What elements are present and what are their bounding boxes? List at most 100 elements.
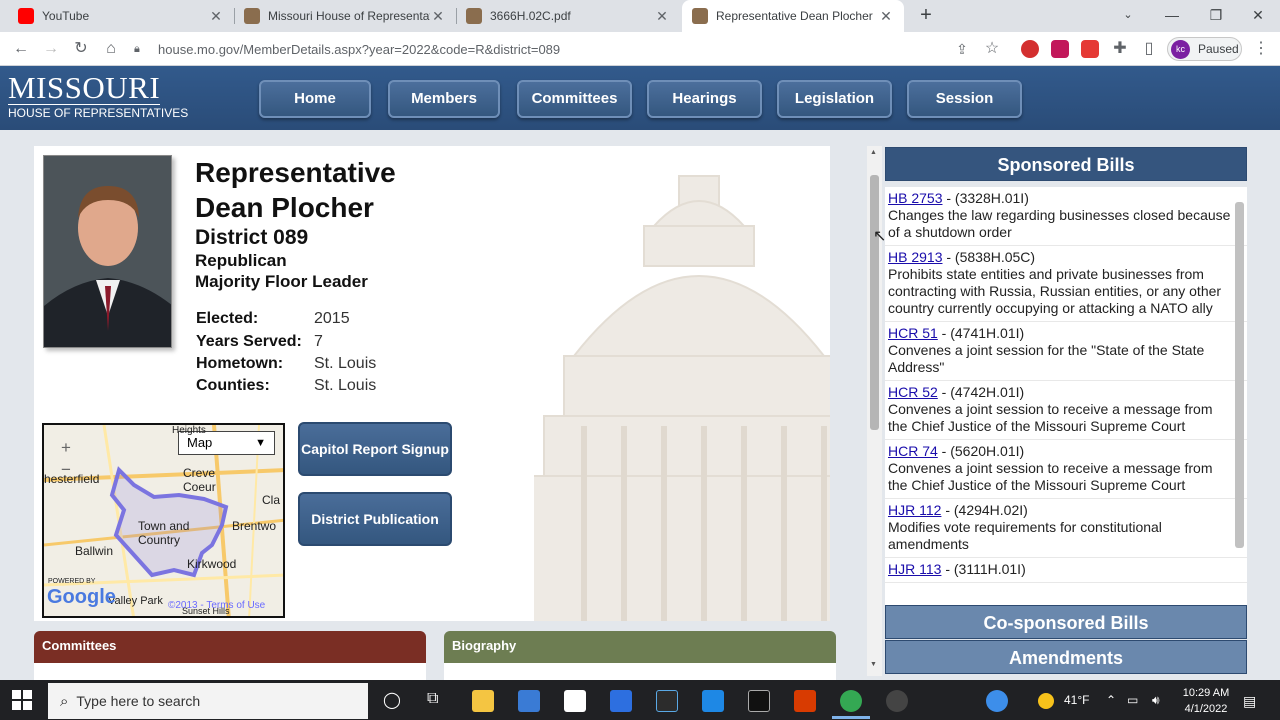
chevron-down-icon[interactable]: ⌄ — [1106, 0, 1150, 32]
amazon-icon[interactable] — [564, 690, 586, 712]
panel-scrollbar-thumb[interactable] — [870, 175, 879, 430]
network-icon[interactable]: ▭ — [1127, 693, 1138, 707]
close-icon[interactable]: ✕ — [878, 8, 894, 25]
bill-link[interactable]: HJR 112 — [888, 502, 941, 518]
profile-button[interactable]: kc Paused — [1167, 37, 1242, 61]
logo-subtitle: HOUSE OF REPRESENTATIVES — [8, 106, 189, 120]
sponsored-bills-header[interactable]: Sponsored Bills — [885, 147, 1247, 181]
elected-value: 2015 — [314, 310, 350, 327]
nav-home[interactable]: Home — [259, 80, 371, 118]
mail-icon[interactable] — [702, 690, 724, 712]
dropbox-icon[interactable] — [610, 690, 632, 712]
scroll-down-arrow-icon[interactable]: ▼ — [870, 661, 877, 668]
tray-chevron-up-icon[interactable]: ⌃ — [1106, 693, 1116, 707]
bills-scrollbar-thumb[interactable] — [1235, 202, 1244, 548]
house-seal-icon — [692, 8, 708, 24]
list-item: HCR 52 - (4742H.01I) Convenes a joint ses… — [885, 381, 1247, 440]
active-app-indicator — [832, 716, 870, 719]
bill-description: Changes the law regarding businesses clo… — [888, 207, 1231, 240]
map-label: Heights — [172, 425, 206, 436]
district-publication-button[interactable]: District Publication — [298, 492, 452, 546]
menu-kebab-icon[interactable]: ⋮ — [1253, 38, 1269, 58]
nav-hearings[interactable]: Hearings — [647, 80, 762, 118]
extension-icon[interactable] — [1021, 40, 1039, 58]
new-tab-button[interactable]: + — [914, 4, 938, 28]
member-fullname: Dean Plocher — [195, 192, 374, 223]
help-icon[interactable] — [986, 690, 1008, 712]
close-icon[interactable]: ✕ — [208, 8, 224, 25]
capitol-watermark — [534, 175, 830, 621]
tab-missouri-house[interactable]: Missouri House of Representativ ✕ — [234, 0, 456, 32]
committees-section-header[interactable]: Committees — [34, 631, 426, 663]
extension-icon[interactable] — [1051, 40, 1069, 58]
close-icon[interactable]: ✕ — [654, 8, 670, 25]
office-icon[interactable] — [794, 690, 816, 712]
window-close-button[interactable]: ✕ — [1236, 0, 1280, 32]
windows-start-icon[interactable] — [12, 690, 32, 710]
clock-time: 10:29 AM — [1182, 687, 1230, 699]
app-icon[interactable] — [656, 690, 678, 712]
counties-label: Counties: — [196, 377, 270, 394]
forward-arrow-icon[interactable]: → — [39, 37, 63, 61]
logo-missouri[interactable]: MISSOURI — [8, 72, 160, 104]
restore-button[interactable]: ❐ — [1194, 0, 1238, 32]
bill-link[interactable]: HJR 113 — [888, 561, 941, 577]
cortana-icon[interactable]: ◯ — [383, 690, 401, 710]
capitol-report-signup-button[interactable]: Capitol Report Signup — [298, 422, 452, 476]
clock-date: 4/1/2022 — [1184, 703, 1228, 715]
close-icon[interactable]: ✕ — [430, 8, 446, 25]
task-view-icon[interactable]: ⧉ — [427, 690, 438, 708]
map-zoom-in[interactable]: + — [56, 438, 76, 458]
weather-temp[interactable]: 41°F — [1064, 693, 1089, 707]
notifications-icon[interactable]: ▤ — [1243, 693, 1256, 710]
app-icon[interactable] — [748, 690, 770, 712]
home-icon[interactable]: ⌂ — [99, 37, 123, 61]
nav-legislation[interactable]: Legislation — [777, 80, 892, 118]
back-arrow-icon[interactable]: ← — [9, 37, 33, 61]
search-placeholder: Type here to search — [76, 693, 201, 709]
nav-session[interactable]: Session — [907, 80, 1022, 118]
amendments-header[interactable]: Amendments — [885, 640, 1247, 674]
nav-committees[interactable]: Committees — [517, 80, 632, 118]
bill-link[interactable]: HCR 51 — [888, 325, 938, 341]
weather-sun-icon[interactable] — [1038, 693, 1054, 709]
url-omnibox[interactable]: 🔒︎ house.mo.gov/MemberDetails.aspx?year=… — [134, 36, 948, 62]
file-explorer-icon[interactable] — [472, 690, 494, 712]
chrome-icon[interactable] — [840, 690, 862, 712]
taskbar-search-input[interactable]: ⌕ Type here to search — [48, 683, 368, 719]
member-photo — [43, 155, 172, 348]
bill-ref: - (3328H.01I) — [942, 190, 1029, 206]
side-panel-icon[interactable]: ▯ — [1137, 37, 1161, 61]
hometown-label: Hometown: — [196, 355, 284, 372]
taskbar-clock[interactable]: 10:29 AM 4/1/2022 — [1176, 685, 1236, 717]
share-icon[interactable]: ⇪ — [950, 37, 974, 61]
volume-icon[interactable]: 🔊︎ — [1152, 693, 1160, 708]
cosponsored-bills-header[interactable]: Co-sponsored Bills — [885, 605, 1247, 639]
bill-link[interactable]: HB 2913 — [888, 249, 942, 265]
map-terms-link[interactable]: ©2013 - Terms of Use — [168, 600, 265, 611]
bookmark-star-icon[interactable]: ☆ — [980, 37, 1004, 61]
hometown-value: St. Louis — [314, 355, 377, 372]
member-district: District 089 — [195, 226, 309, 249]
reload-icon[interactable]: ↻ — [69, 37, 93, 61]
bill-link[interactable]: HB 2753 — [888, 190, 942, 206]
tab-representative[interactable]: Representative Dean Plocher ✕ — [682, 0, 904, 32]
puzzle-icon[interactable]: ✚ — [1108, 37, 1132, 61]
minimize-button[interactable]: — — [1150, 0, 1194, 32]
biography-section-header[interactable]: Biography — [444, 631, 836, 663]
tab-title: YouTube — [42, 9, 90, 23]
bill-ref: - (3111H.01I) — [941, 561, 1026, 577]
tab-youtube[interactable]: YouTube ✕ — [8, 0, 234, 32]
scroll-up-arrow-icon[interactable]: ▲ — [870, 149, 877, 156]
store-icon[interactable] — [518, 690, 540, 712]
app-icon[interactable] — [886, 690, 908, 712]
extension-icon[interactable] — [1081, 40, 1099, 58]
search-icon: ⌕ — [60, 692, 69, 710]
bill-link[interactable]: HCR 52 — [888, 384, 938, 400]
tab-pdf[interactable]: 3666H.02C.pdf ✕ — [456, 0, 680, 32]
map-label: Valley Park — [108, 595, 163, 607]
bill-description: Convenes a joint session to receive a me… — [888, 401, 1213, 434]
nav-members[interactable]: Members — [388, 80, 500, 118]
bill-link[interactable]: HCR 74 — [888, 443, 938, 459]
bill-ref: - (4294H.02I) — [941, 502, 1028, 518]
